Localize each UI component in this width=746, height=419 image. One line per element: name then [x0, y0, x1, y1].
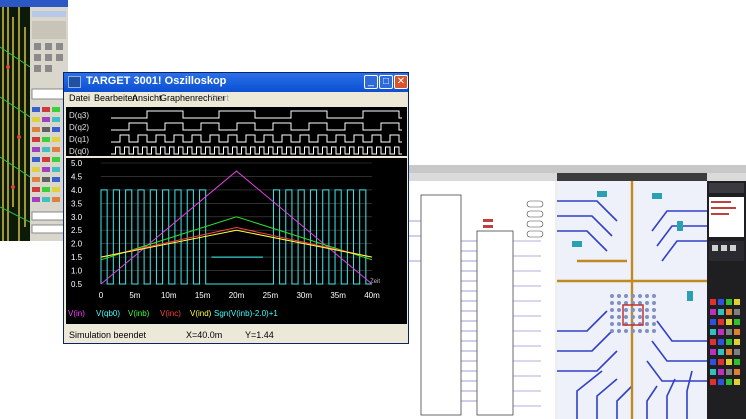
legend-item: V(in) — [68, 309, 85, 318]
digital-channel-label: D(q3) — [69, 111, 89, 120]
digital-channel-label: D(q0) — [69, 147, 89, 156]
digital-waveform — [111, 122, 402, 131]
digital-channel-label: D(q1) — [69, 135, 89, 144]
y-tick-label: 1.0 — [71, 267, 83, 276]
x-tick-label: 0 — [99, 291, 104, 300]
x-tick-label: 35m — [330, 291, 346, 300]
app-icon — [68, 76, 81, 88]
legend-item: V(inb) — [128, 309, 150, 318]
x-tick-label: 25m — [263, 291, 279, 300]
y-tick-label: 3.0 — [71, 213, 83, 222]
status-bar: Simulation beendet X=40.0m Y=1.44 — [64, 326, 408, 343]
menu-item-bearbeiten[interactable]: Bearbeiten — [94, 93, 138, 103]
x-tick-label: 5m — [129, 291, 140, 300]
maximize-button[interactable]: □ — [379, 75, 393, 89]
menu-item-ansicht[interactable]: Ansicht — [132, 93, 162, 103]
window-titlebar[interactable]: TARGET 3001! Oszilloskop _ □ ✕ — [64, 73, 408, 92]
cad-editor-window-right — [407, 165, 746, 419]
window-title: TARGET 3001! Oszilloskop — [86, 75, 227, 87]
menu-item-datei[interactable]: Datei — [69, 93, 90, 103]
pcb-editor-window-left — [0, 0, 68, 241]
pcb-bga-layout — [557, 181, 707, 419]
series-vqb0 — [100, 189, 372, 285]
window-titlebar — [407, 165, 746, 173]
legend-item: V(ind) — [190, 309, 212, 318]
oscilloscope-window: TARGET 3001! Oszilloskop _ □ ✕ Datei Bea… — [63, 72, 409, 344]
layer-color-swatches — [709, 183, 744, 385]
close-button[interactable]: ✕ — [394, 75, 408, 89]
minimize-button[interactable]: _ — [364, 75, 378, 89]
y-tick-label: 3.5 — [71, 199, 83, 208]
series-vinc — [100, 227, 373, 258]
layer-palette[interactable] — [707, 181, 746, 419]
x-tick-label: 15m — [195, 291, 211, 300]
x-tick-label: 30m — [296, 291, 312, 300]
x-tick-label: 20m — [229, 291, 245, 300]
y-tick-label: 2.5 — [71, 226, 83, 235]
status-message: Simulation beendet — [69, 330, 147, 340]
legend-item: Sgn(V(inb)-2.0)+1 — [214, 309, 278, 318]
legend-item: V(inc) — [160, 309, 181, 318]
x-tick-label: 10m — [161, 291, 177, 300]
pcb-layout-canvas[interactable] — [0, 7, 31, 241]
y-tick-label: 4.0 — [71, 186, 83, 195]
x-tick-label: 40m — [364, 291, 380, 300]
y-tick-label: 1.5 — [71, 253, 83, 262]
y-tick-label: 5.0 — [71, 159, 83, 168]
series-vinb — [100, 216, 373, 261]
pcb-window-titlebar — [557, 173, 707, 181]
digital-channel-label: D(q2) — [69, 123, 89, 132]
analog-signal-panel[interactable]: 5.0 4.5 4.0 3.5 3.0 2.5 2.0 1.5 1.0 0.5 0 5m 10m 15m 2… — [66, 158, 407, 324]
schematic-drawing — [407, 194, 544, 416]
digital-waveform — [111, 146, 402, 155]
menu-item-start[interactable]: Start — [210, 93, 229, 103]
pcb-layout-canvas-right[interactable] — [557, 181, 707, 419]
legend-item: V(qb0) — [96, 309, 120, 318]
pcb-traces — [0, 7, 31, 241]
y-readout: Y=1.44 — [245, 330, 274, 340]
x-readout: X=40.0m — [186, 330, 223, 340]
y-tick-label: 0.5 — [71, 280, 83, 289]
menu-bar: Datei Bearbeiten Ansicht Graphenrechner … — [64, 92, 408, 106]
y-tick-label: 2.0 — [71, 240, 83, 249]
schematic-canvas[interactable] — [407, 181, 555, 419]
digital-signal-panel[interactable]: D(q3) D(q2) D(q1) D(q0) — [66, 107, 407, 156]
digital-waveform — [111, 110, 402, 119]
y-tick-label: 4.5 — [71, 172, 83, 181]
window-titlebar — [0, 0, 68, 7]
digital-waveform — [111, 134, 402, 143]
